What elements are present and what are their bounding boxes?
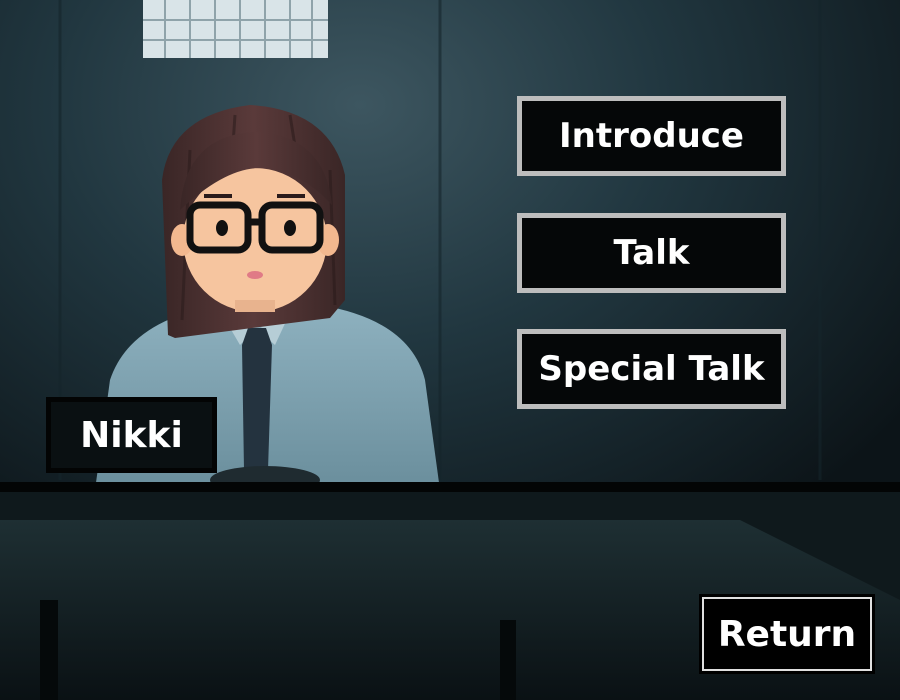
interrogation-scene: Introduce Talk Special Talk Nikki Return [0, 0, 900, 700]
talk-button[interactable]: Talk [517, 213, 786, 293]
introduce-button[interactable]: Introduce [517, 96, 786, 176]
return-button[interactable]: Return [699, 594, 875, 674]
ceiling-light [143, 0, 328, 58]
special-talk-button[interactable]: Special Talk [517, 329, 786, 409]
character-name-tag: Nikki [46, 397, 217, 473]
